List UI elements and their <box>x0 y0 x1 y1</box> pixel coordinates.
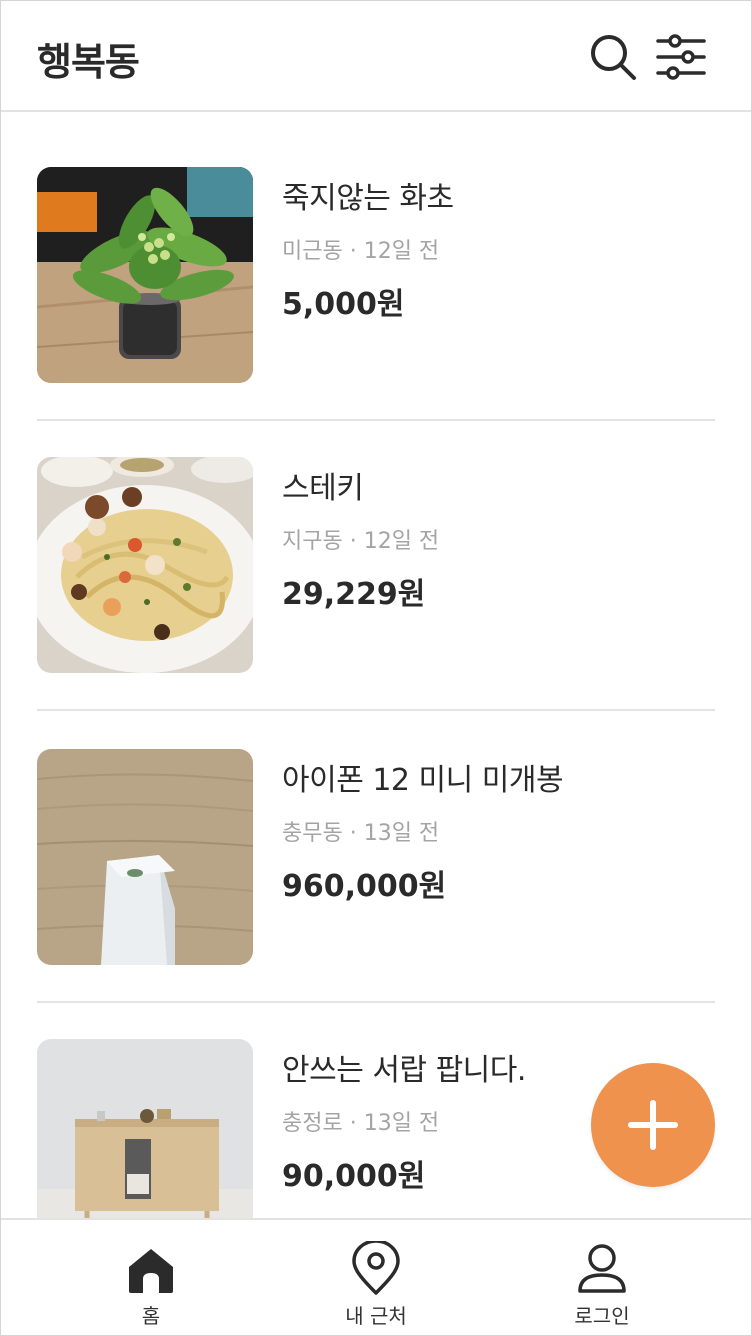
add-product-button[interactable] <box>591 1063 715 1187</box>
nav-label: 내 근처 <box>345 1304 407 1328</box>
nav-label: 로그인 <box>574 1304 630 1328</box>
box-photo <box>37 749 253 965</box>
nav-label: 홈 <box>141 1304 161 1328</box>
product-thumbnail <box>37 167 253 383</box>
plus-icon <box>628 1100 678 1150</box>
product-list: 죽지않는 화초 미근동 · 12일 전 5,000원 스테키 지구동 · 12일… <box>1 114 751 1218</box>
product-meta: 미근동 · 12일 전 <box>282 239 440 264</box>
product-meta: 지구동 · 12일 전 <box>282 529 440 554</box>
top-header: 행복동 <box>1 1 751 112</box>
product-meta: 충무동 · 13일 전 <box>282 821 440 846</box>
product-meta: 충정로 · 13일 전 <box>282 1111 440 1136</box>
drawer-photo <box>37 1039 253 1218</box>
search-icon <box>591 35 636 80</box>
product-item[interactable]: 스테키 지구동 · 12일 전 29,229원 <box>37 457 715 747</box>
product-price: 5,000원 <box>282 287 405 322</box>
product-item[interactable]: 아이폰 12 미니 미개봉 충무동 · 13일 전 960,000원 <box>37 749 715 1039</box>
app-frame: 행복동 죽지않는 화초 미근동 · 12일 전 5,000원 스테키 지구동 ·… <box>0 0 752 1336</box>
product-title: 안쓰는 서랍 팝니다. <box>282 1053 526 1088</box>
product-title: 죽지않는 화초 <box>282 181 454 216</box>
location-pin-icon <box>349 1241 403 1296</box>
list-divider <box>37 709 715 711</box>
nav-home[interactable]: 홈 <box>61 1220 241 1335</box>
location-title[interactable]: 행복동 <box>37 31 140 86</box>
product-title: 스테키 <box>282 471 364 506</box>
product-thumbnail <box>37 457 253 673</box>
bottom-navigation: 홈 내 근처 로그인 <box>1 1218 751 1335</box>
sliders-icon <box>656 34 706 80</box>
user-icon <box>575 1242 629 1296</box>
product-item[interactable]: 죽지않는 화초 미근동 · 12일 전 5,000원 <box>37 167 715 457</box>
home-icon <box>124 1242 178 1296</box>
pasta-photo <box>37 457 253 673</box>
plant-photo <box>37 167 253 383</box>
product-price: 960,000원 <box>282 869 447 904</box>
nav-login[interactable]: 로그인 <box>512 1220 692 1335</box>
product-title: 아이폰 12 미니 미개봉 <box>282 763 564 798</box>
nav-nearby[interactable]: 내 근처 <box>286 1220 466 1335</box>
search-button[interactable] <box>587 31 639 83</box>
product-price: 90,000원 <box>282 1159 426 1194</box>
filter-button[interactable] <box>655 31 707 83</box>
list-divider <box>37 419 715 421</box>
list-divider <box>37 1001 715 1003</box>
product-thumbnail <box>37 1039 253 1218</box>
product-thumbnail <box>37 749 253 965</box>
product-price: 29,229원 <box>282 577 426 612</box>
